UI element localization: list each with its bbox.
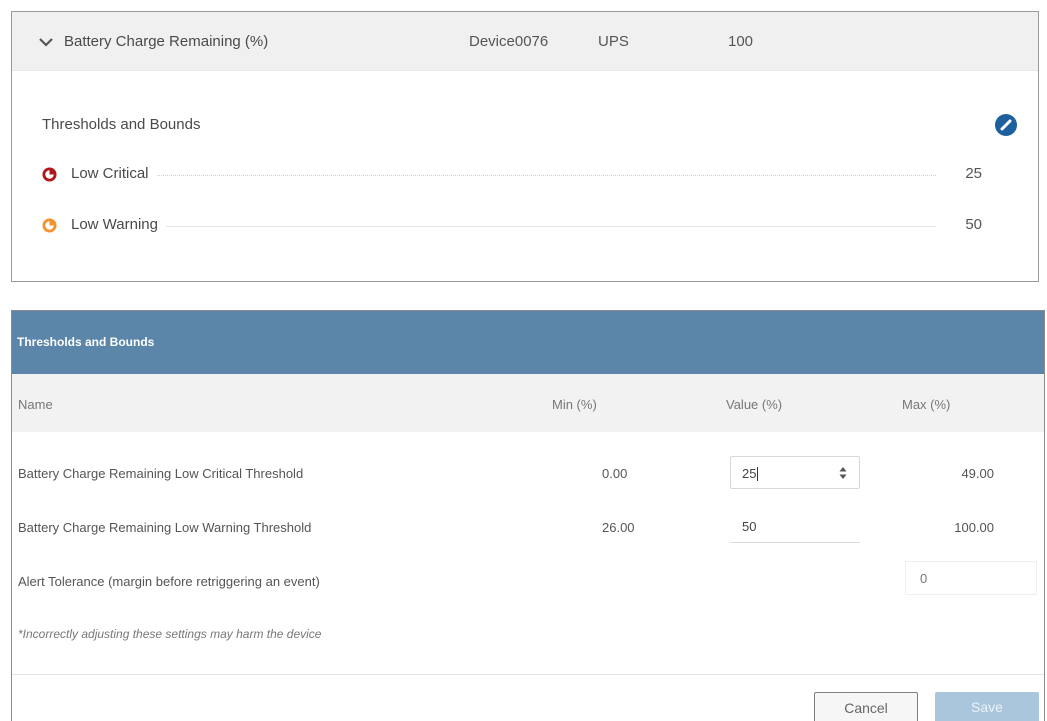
table-header: Name Min (%) Value (%) Max (%) [12,374,1044,432]
threshold-min: 0.00 [602,466,628,481]
input-value: 50 [742,519,757,534]
low-critical-value-input[interactable]: 25 [730,456,860,489]
metric-panel: Battery Charge Remaining (%) Device0076 … [11,11,1039,282]
metric-summary-row[interactable]: Battery Charge Remaining (%) Device0076 … [12,12,1038,71]
dialog-title: Thresholds and Bounds [12,311,1044,374]
device-type: UPS [598,33,629,50]
save-button[interactable]: Save [935,692,1039,721]
threshold-max: 100.00 [954,520,994,535]
dialog-footer: Cancel Save [12,674,1044,721]
threshold-label: Low Warning [71,216,166,233]
column-header-name: Name [18,397,53,412]
threshold-row-low-warning: Low Warning 50 [42,215,982,237]
threshold-row-low-critical: Low Critical 25 [42,164,982,186]
chevron-down-icon[interactable] [39,37,53,47]
cancel-button[interactable]: Cancel [814,692,918,721]
input-value: 25 [742,466,757,481]
tolerance-row: Alert Tolerance (margin before retrigger… [12,562,1044,602]
threshold-name: Battery Charge Remaining Low Warning Thr… [18,520,312,535]
threshold-label: Low Critical [71,165,157,182]
device-name: Device0076 [469,33,549,50]
alert-tolerance-input[interactable]: 0 [905,561,1037,595]
threshold-max: 49.00 [961,466,994,481]
low-critical-icon [42,167,57,182]
edit-thresholds-button[interactable] [995,114,1017,136]
spinner-arrows-icon[interactable] [839,466,847,480]
low-warning-value-input[interactable]: 50 [730,510,860,543]
metric-title: Battery Charge Remaining (%) [64,33,269,50]
column-header-max: Max (%) [902,397,951,412]
threshold-value: 25 [965,165,982,182]
metric-value: 100 [728,33,754,50]
tolerance-label: Alert Tolerance (margin before retrigger… [18,574,320,589]
table-row: Battery Charge Remaining Low Critical Th… [12,454,1044,494]
threshold-name: Battery Charge Remaining Low Critical Th… [18,466,304,481]
threshold-value: 50 [965,216,982,233]
column-header-value: Value (%) [726,397,783,412]
thresholds-section-title: Thresholds and Bounds [42,116,201,133]
thresholds-dialog: Thresholds and Bounds Name Min (%) Value… [11,310,1045,721]
pencil-icon [1000,119,1012,131]
low-warning-icon [42,218,57,233]
threshold-min: 26.00 [602,520,635,535]
warning-note: *Incorrectly adjusting these settings ma… [18,627,322,641]
table-row: Battery Charge Remaining Low Warning Thr… [12,508,1044,548]
column-header-min: Min (%) [552,397,597,412]
